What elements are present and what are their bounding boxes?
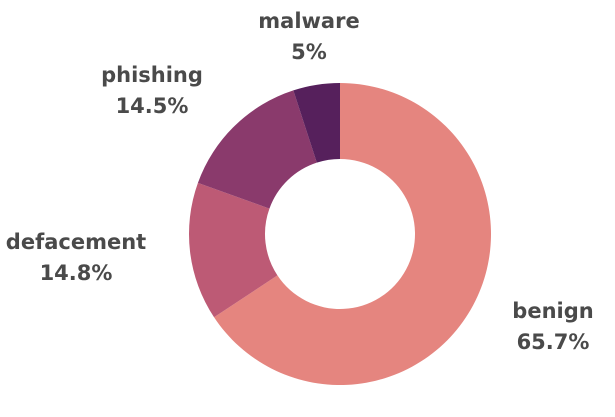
label-benign-percent: 65.7% — [517, 330, 590, 354]
label-defacement: defacement 14.8% — [6, 230, 146, 285]
label-malware-percent: 5% — [291, 40, 327, 64]
label-malware-name: malware — [258, 9, 359, 33]
label-malware: malware 5% — [258, 9, 359, 64]
label-phishing-percent: 14.5% — [116, 94, 189, 118]
donut-slices — [188, 83, 492, 385]
label-phishing: phishing 14.5% — [101, 63, 203, 118]
donut-chart: benign 65.7% defacement 14.8% phishing 1… — [6, 9, 594, 385]
label-benign-name: benign — [512, 299, 593, 323]
label-phishing-name: phishing — [101, 63, 203, 87]
label-benign: benign 65.7% — [512, 299, 593, 354]
label-defacement-name: defacement — [6, 230, 146, 254]
label-defacement-percent: 14.8% — [40, 261, 113, 285]
